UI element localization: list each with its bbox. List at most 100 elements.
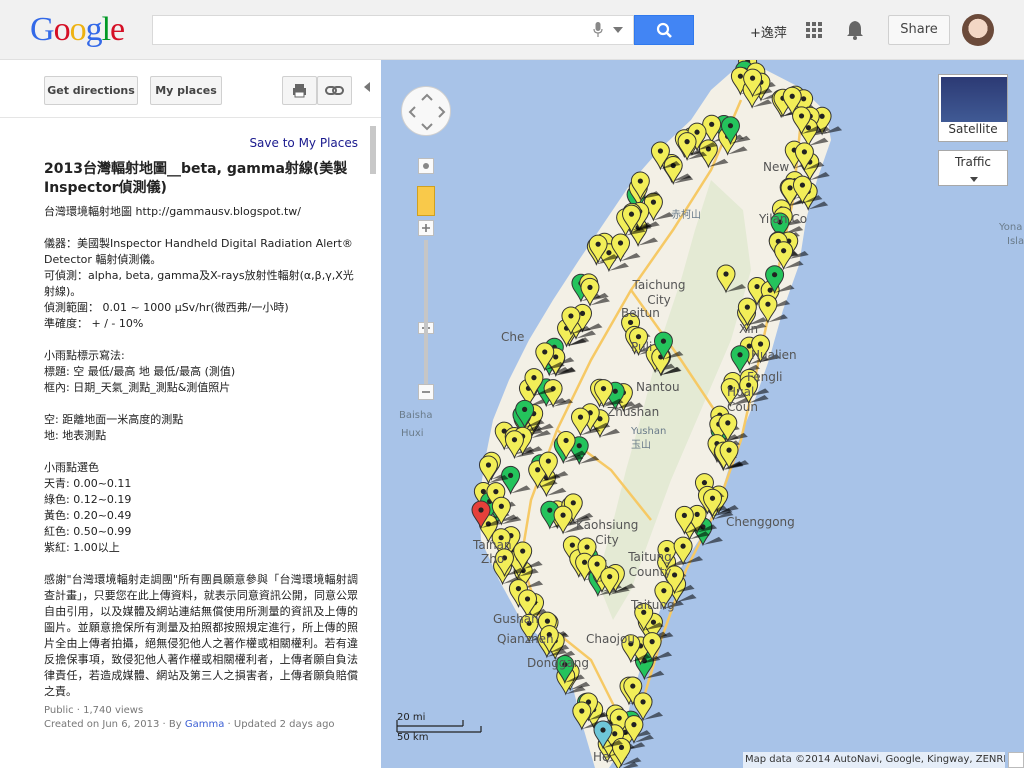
map-scale: 20 mi 50 km xyxy=(395,710,505,746)
author-link[interactable]: Gamma xyxy=(185,719,225,730)
instrument-line: 準確度： + / - 10% xyxy=(44,317,144,330)
color-range: 天青: 0.00~0.11 xyxy=(44,477,132,490)
color-range: 紅色: 0.50~0.99 xyxy=(44,525,132,538)
instrument-line: 可偵測：alpha, beta, gamma及X-rays放射性輻射(α,β,γ… xyxy=(44,269,354,298)
definition-line: 地: 地表測點 xyxy=(44,429,107,442)
link-icon xyxy=(325,86,344,95)
place-label: Fengli xyxy=(747,370,783,384)
logo-letter: o xyxy=(53,11,71,48)
color-range: 黃色: 0.20~0.49 xyxy=(44,509,132,522)
place-label: Huxi xyxy=(401,428,424,439)
microphone-icon[interactable] xyxy=(593,22,603,38)
place-label: Chenggong xyxy=(726,515,795,529)
place-label: Gushan xyxy=(493,612,539,626)
place-label: Coun xyxy=(727,400,758,414)
chevron-down-icon xyxy=(970,177,978,182)
place-label: He xyxy=(593,750,610,764)
plus-profile-link[interactable]: +逸萍 xyxy=(750,22,787,41)
minus-icon xyxy=(422,391,430,393)
zoom-track-lower[interactable] xyxy=(424,304,428,396)
place-label: Donggang xyxy=(527,656,589,670)
place-label: Yona xyxy=(999,222,1023,233)
expand-corner-icon[interactable] xyxy=(1008,752,1024,768)
satellite-thumbnail xyxy=(941,77,1007,122)
logo-letter: o xyxy=(69,11,87,48)
place-label: Nantou xyxy=(636,380,680,394)
place-label: Hual xyxy=(727,385,755,399)
search-input[interactable] xyxy=(153,16,583,44)
share-button[interactable]: Share xyxy=(888,15,950,45)
map-title: 2013台灣輻射地圖__beta, gamma射線(美製 Inspector偵測… xyxy=(44,161,348,196)
place-label: 玉山 xyxy=(631,440,651,451)
logo-letter: g xyxy=(85,11,103,48)
top-bar: Google +逸萍 Share xyxy=(0,0,1024,60)
traffic-label: Traffic xyxy=(954,155,992,169)
map-description: Save to My Places 2013台灣輻射地圖__beta, gamm… xyxy=(44,136,358,732)
google-logo[interactable]: Google xyxy=(30,11,125,48)
place-label: Tainan xyxy=(473,538,512,552)
zoom-out-button[interactable] xyxy=(418,384,434,400)
logo-letter: G xyxy=(30,11,55,48)
logo-letter: e xyxy=(110,11,125,48)
place-label: Taitung County xyxy=(628,550,672,579)
link-button[interactable] xyxy=(317,76,352,105)
place-label: Xin xyxy=(739,322,759,336)
my-location-button[interactable] xyxy=(418,158,434,174)
chevron-down-icon[interactable] xyxy=(613,27,623,33)
my-places-button[interactable]: My places xyxy=(150,76,222,105)
place-label: Baisha xyxy=(399,410,433,421)
instrument-line: 儀器：美國製Inspector Handheld Digital Radiati… xyxy=(44,237,353,266)
map-canvas[interactable]: 赤柯山 New Yilan Co Yona Isla Taichung City Beitu… xyxy=(381,60,1024,768)
legend-line: 框內: 日期_天氣_測點_測點&測值照片 xyxy=(44,381,231,394)
place-label: 赤柯山 xyxy=(671,210,701,221)
instrument-line: 偵測範圍： 0.01 ~ 1000 μSv/hr(微西弗/一小時) xyxy=(44,301,289,314)
panel-toolbar: Get directions My places xyxy=(0,60,381,118)
pan-arrows-icon xyxy=(408,93,446,131)
place-label: Isla xyxy=(1007,236,1024,247)
place-label: Yilan Co xyxy=(759,212,808,226)
place-label: Qianzhen xyxy=(497,632,554,646)
definition-line: 空: 距離地面一米高度的測點 xyxy=(44,413,184,426)
scale-kilometers: 50 km xyxy=(397,732,429,743)
legend-line: 標題: 空 最低/最高 地 最低/最高 (測值) xyxy=(44,365,236,378)
search-box xyxy=(152,15,634,45)
color-heading: 小雨點選色 xyxy=(44,461,99,474)
logo-letter: l xyxy=(101,11,112,48)
place-label: Hualien xyxy=(751,348,797,362)
street-view-pegman-icon[interactable] xyxy=(417,186,435,216)
avatar[interactable] xyxy=(962,14,994,46)
place-label: Beitun xyxy=(621,306,660,320)
get-directions-button[interactable]: Get directions xyxy=(44,76,138,105)
place-label: Zhushan xyxy=(607,405,660,419)
map-details-panel: Get directions My places Save to My Plac… xyxy=(0,60,381,768)
zoom-in-button[interactable] xyxy=(418,220,434,236)
legend-heading: 小雨點標示寫法: xyxy=(44,349,125,362)
traffic-toggle[interactable]: Traffic xyxy=(938,150,1008,186)
notification-bell-icon[interactable] xyxy=(846,20,864,40)
map-attribution[interactable]: Map data ©2014 AutoNavi, Google, Kingway… xyxy=(743,752,1005,768)
pan-control[interactable] xyxy=(401,86,451,136)
created-text: Created on Jun 6, 2013 · By xyxy=(44,719,185,730)
collapse-panel-icon[interactable] xyxy=(364,82,370,92)
scale-miles: 20 mi xyxy=(397,712,426,723)
place-label: Taitung xyxy=(631,598,675,612)
place-label: Zho xyxy=(481,552,505,566)
place-label: Chaojou xyxy=(586,632,635,646)
disclaimer-text: 感謝"台灣環境輻射走調團"所有團員願意參與「台灣環境輻射調查計畫」，只要您在此上… xyxy=(44,573,358,698)
search-button[interactable] xyxy=(634,15,694,45)
apps-grid-icon[interactable] xyxy=(806,22,822,38)
place-label: New xyxy=(763,160,790,174)
place-label: Taichung City xyxy=(632,278,686,307)
panel-scrollbar[interactable] xyxy=(370,126,376,174)
save-to-my-places-link[interactable]: Save to My Places xyxy=(44,136,358,150)
satellite-toggle[interactable]: Satellite xyxy=(938,74,1008,142)
satellite-label: Satellite xyxy=(948,122,998,136)
updated-text: · Updated 2 days ago xyxy=(224,719,335,730)
print-button[interactable] xyxy=(282,76,317,105)
color-range: 綠色: 0.12~0.19 xyxy=(44,493,132,506)
print-icon xyxy=(293,84,306,98)
visibility-views: Public · 1,740 views xyxy=(44,705,144,716)
map-tiles[interactable] xyxy=(381,60,1024,768)
created-line: Created on Jun 6, 2013 · By Gamma · Upda… xyxy=(44,718,358,732)
zoom-track-upper[interactable] xyxy=(424,240,428,304)
